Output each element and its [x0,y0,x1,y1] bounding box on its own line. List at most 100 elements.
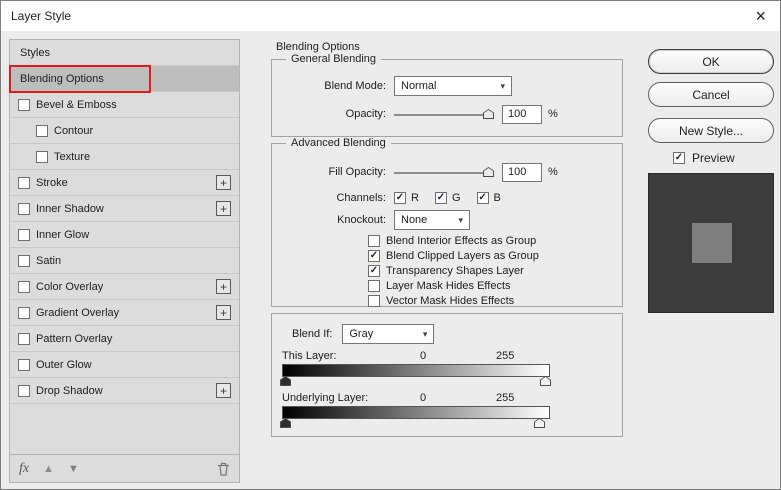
checkbox-icon[interactable] [18,333,30,345]
chevron-down-icon: ▾ [415,329,428,340]
checkbox-icon[interactable] [18,359,30,371]
underlying-white-marker[interactable] [534,418,545,428]
checkbox-icon[interactable] [368,250,380,262]
checkbox-icon[interactable] [673,152,685,164]
checkbox-icon[interactable] [368,265,380,277]
sidebar-item-label: Inner Shadow [36,203,104,215]
option-vector-mask-hides[interactable]: Vector Mask Hides Effects [368,294,514,308]
channel-r-label: R [411,192,419,204]
blend-mode-value: Normal [401,80,436,92]
underlying-layer-gradient-bar[interactable] [282,406,550,419]
preview-label: Preview [692,151,735,165]
sidebar-item-label: Drop Shadow [36,385,103,397]
fx-icon[interactable]: fx [19,461,29,477]
sidebar-item-gradient-overlay[interactable]: Gradient Overlay [10,300,239,326]
fill-opacity-input[interactable]: 100 [502,163,542,182]
checkbox-icon[interactable] [368,295,380,307]
option-layer-mask-hides[interactable]: Layer Mask Hides Effects [368,279,511,293]
sidebar-item-outer-glow[interactable]: Outer Glow [10,352,239,378]
checkbox-icon[interactable] [18,385,30,397]
close-icon[interactable]: × [751,7,770,25]
checkbox-icon[interactable] [18,255,30,267]
blend-if-select[interactable]: Gray ▾ [342,324,434,344]
option-transparency-shapes[interactable]: Transparency Shapes Layer [368,264,524,278]
slider-track [394,172,494,174]
underlying-layer-max: 255 [496,392,514,404]
checkbox-icon[interactable] [477,192,489,204]
fill-opacity-label: Fill Opacity: [282,166,386,178]
option-label: Layer Mask Hides Effects [386,280,511,292]
preview-swatch [692,223,732,263]
advanced-blending-group: Advanced Blending Fill Opacity: 100 % Ch… [271,143,623,307]
checkbox-icon[interactable] [368,280,380,292]
this-layer-gradient-bar[interactable] [282,364,550,377]
move-down-icon[interactable]: ▼ [68,463,79,475]
sidebar-item-contour[interactable]: Contour [10,118,239,144]
checkbox-icon[interactable] [368,235,380,247]
sidebar-item-label: Satin [36,255,61,267]
sidebar-item-blending-options[interactable]: Blending Options [10,66,239,92]
underlying-layer-min: 0 [420,392,426,404]
chevron-down-icon: ▾ [450,215,463,226]
preview-toggle[interactable]: Preview [673,151,735,165]
move-up-icon[interactable]: ▲ [43,463,54,475]
sidebar-item-label: Contour [54,125,93,137]
sidebar-item-label: Styles [20,47,50,59]
sidebar-item-inner-shadow[interactable]: Inner Shadow [10,196,239,222]
sidebar-item-drop-shadow[interactable]: Drop Shadow [10,378,239,404]
checkbox-icon[interactable] [18,307,30,319]
sidebar-item-stroke[interactable]: Stroke [10,170,239,196]
sidebar-item-color-overlay[interactable]: Color Overlay [10,274,239,300]
sidebar-item-label: Inner Glow [36,229,89,241]
sidebar-item-pattern-overlay[interactable]: Pattern Overlay [10,326,239,352]
blend-mode-select[interactable]: Normal ▾ [394,76,512,96]
checkbox-icon[interactable] [18,229,30,241]
checkbox-icon[interactable] [18,99,30,111]
sidebar-item-bevel-emboss[interactable]: Bevel & Emboss [10,92,239,118]
slider-thumb[interactable] [483,109,494,119]
cancel-button[interactable]: Cancel [648,82,774,107]
sidebar-item-styles[interactable]: Styles [10,40,239,66]
sidebar-item-inner-glow[interactable]: Inner Glow [10,222,239,248]
checkbox-icon[interactable] [18,203,30,215]
slider-thumb[interactable] [483,167,494,177]
knockout-select[interactable]: None ▾ [394,210,470,230]
sidebar-item-label: Gradient Overlay [36,307,119,319]
checkbox-icon[interactable] [394,192,406,204]
sidebar-item-label: Blending Options [20,73,104,85]
option-blend-clipped[interactable]: Blend Clipped Layers as Group [368,249,539,263]
ok-button[interactable]: OK [648,49,774,74]
blend-if-value: Gray [349,328,373,340]
this-layer-label: This Layer: [282,350,336,362]
checkbox-icon[interactable] [435,192,447,204]
checkbox-icon[interactable] [36,151,48,163]
channel-r-checkbox[interactable]: R [394,192,419,204]
channel-b-checkbox[interactable]: B [477,192,501,204]
knockout-label: Knockout: [282,214,386,226]
channels-row: Channels: R G B [282,188,612,208]
add-effect-instance-icon[interactable] [216,175,231,190]
checkbox-icon[interactable] [18,177,30,189]
this-layer-max: 255 [496,350,514,362]
this-layer-white-marker[interactable] [540,376,551,386]
sidebar-item-satin[interactable]: Satin [10,248,239,274]
add-effect-instance-icon[interactable] [216,201,231,216]
checkbox-icon[interactable] [18,281,30,293]
option-label: Blend Interior Effects as Group [386,235,536,247]
fill-opacity-slider[interactable] [394,165,494,179]
delete-effect-icon[interactable] [217,462,230,476]
checkbox-icon[interactable] [36,125,48,137]
this-layer-black-marker[interactable] [280,376,291,386]
opacity-input[interactable]: 100 [502,105,542,124]
add-effect-instance-icon[interactable] [216,383,231,398]
add-effect-instance-icon[interactable] [216,305,231,320]
option-label: Blend Clipped Layers as Group [386,250,539,262]
option-blend-interior[interactable]: Blend Interior Effects as Group [368,234,536,248]
underlying-black-marker[interactable] [280,418,291,428]
new-style-button[interactable]: New Style... [648,118,774,143]
add-effect-instance-icon[interactable] [216,279,231,294]
sidebar-item-texture[interactable]: Texture [10,144,239,170]
sidebar-item-label: Color Overlay [36,281,103,293]
channel-g-checkbox[interactable]: G [435,192,461,204]
opacity-slider[interactable] [394,107,494,121]
